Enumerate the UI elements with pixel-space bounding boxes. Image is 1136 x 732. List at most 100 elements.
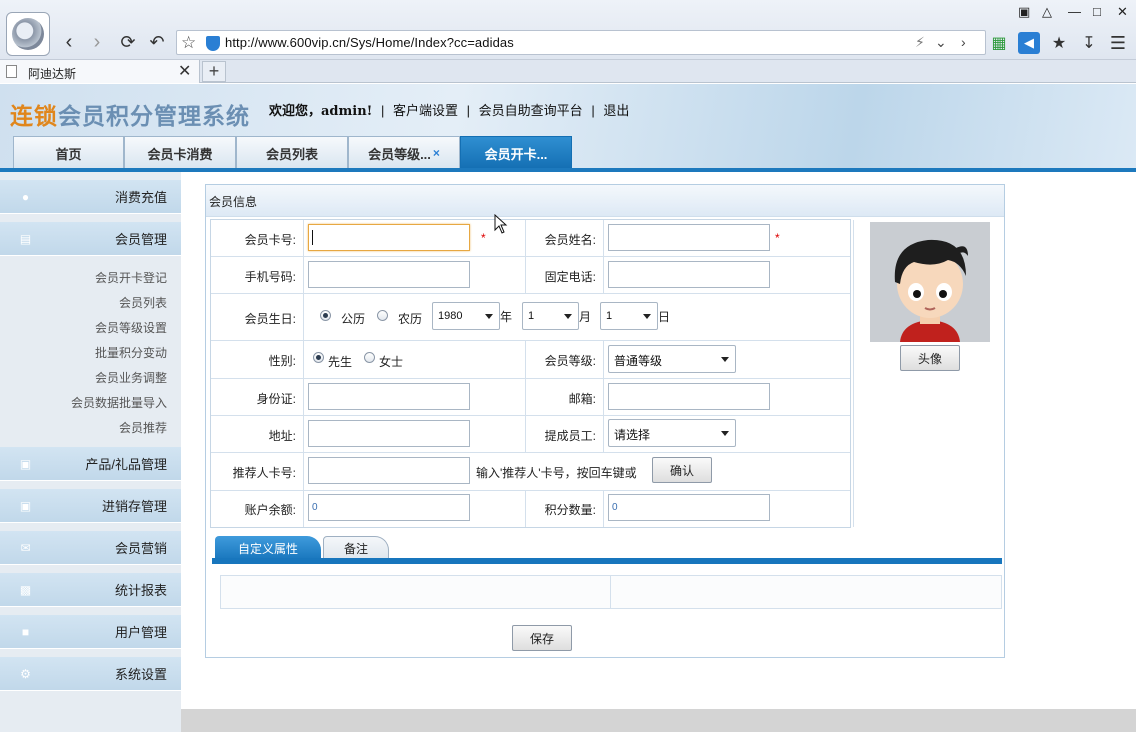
birth-day-select[interactable]: 1 bbox=[600, 302, 658, 330]
tab-member-list[interactable]: 会员列表 bbox=[236, 136, 348, 169]
name-input[interactable] bbox=[608, 224, 770, 251]
separator: | bbox=[591, 103, 595, 118]
tab-open-card[interactable]: 会员开卡... bbox=[460, 136, 572, 169]
sidebar-sub-level-settings[interactable]: 会员等级设置 bbox=[95, 319, 167, 336]
points-input[interactable]: 0 bbox=[608, 494, 770, 521]
tab-notes[interactable]: 备注 bbox=[323, 536, 389, 560]
page-icon bbox=[6, 65, 17, 78]
tab-member-level[interactable]: 会员等级... × bbox=[348, 136, 460, 169]
mail-icon: ✉ bbox=[20, 541, 31, 555]
year-unit: 年 bbox=[500, 310, 513, 324]
logout-link[interactable]: 退出 bbox=[603, 103, 629, 118]
menu-icon[interactable]: ☰ bbox=[1107, 32, 1129, 54]
crop-icon[interactable]: ▦ bbox=[988, 32, 1010, 54]
gender-male-radio[interactable] bbox=[313, 352, 324, 363]
row-divider bbox=[211, 293, 850, 294]
mobile-label: 手机号码: bbox=[244, 270, 296, 284]
sidebar-item-inventory[interactable]: ▣ 进销存管理 bbox=[0, 489, 181, 523]
download-icon[interactable]: ↧ bbox=[1078, 32, 1100, 54]
staff-label: 提成员工: bbox=[544, 429, 596, 443]
new-tab-button[interactable]: + bbox=[202, 61, 226, 82]
user-icon: ● bbox=[21, 190, 30, 204]
chevron-down-icon bbox=[721, 431, 729, 436]
lock-icon[interactable]: ▣ bbox=[1018, 4, 1030, 20]
col-divider bbox=[603, 220, 604, 293]
sidebar-sub-batch-import[interactable]: 会员数据批量导入 bbox=[71, 394, 167, 411]
save-button[interactable]: 保存 bbox=[512, 625, 572, 651]
solar-calendar-label: 公历 bbox=[341, 312, 366, 326]
undo-icon[interactable]: ↶ bbox=[144, 29, 170, 55]
referrer-input[interactable] bbox=[308, 457, 470, 484]
favorites-icon[interactable]: ★ bbox=[1048, 32, 1070, 54]
mobile-input[interactable] bbox=[308, 261, 470, 288]
back-icon[interactable]: ‹ bbox=[56, 29, 82, 55]
col-divider bbox=[525, 220, 526, 293]
sidebar-sub-open-card[interactable]: 会员开卡登记 bbox=[95, 269, 167, 286]
birth-year-select[interactable]: 1980 bbox=[432, 302, 500, 330]
birth-month-select[interactable]: 1 bbox=[522, 302, 579, 330]
row-divider bbox=[211, 490, 850, 491]
chevron-right-icon[interactable]: › bbox=[961, 34, 966, 50]
id-card-icon: ▤ bbox=[19, 232, 32, 246]
sidebar: ● 消费充值 ▤ 会员管理 会员开卡登记 会员列表 会员等级设置 批量积分变动 会员… bbox=[0, 172, 181, 732]
required-mark: * bbox=[481, 231, 486, 245]
balance-input[interactable]: 0 bbox=[308, 494, 470, 521]
solar-calendar-radio[interactable] bbox=[320, 310, 331, 321]
gender-female-radio[interactable] bbox=[364, 352, 375, 363]
bookmark-star-icon[interactable]: ☆ bbox=[181, 33, 196, 53]
tab-home[interactable]: 首页 bbox=[13, 136, 124, 169]
id-card-input[interactable] bbox=[308, 383, 470, 410]
url-text: http://www.600vip.cn/Sys/Home/Index?cc=a… bbox=[225, 35, 514, 50]
tab-card-consume[interactable]: 会员卡消费 bbox=[124, 136, 236, 169]
self-service-link[interactable]: 会员自助查询平台 bbox=[479, 103, 583, 118]
minimize-icon[interactable]: — bbox=[1068, 4, 1081, 19]
col-divider bbox=[525, 490, 526, 527]
sidebar-item-settings[interactable]: ⚙ 系统设置 bbox=[0, 657, 181, 691]
sidebar-item-reports[interactable]: ▩ 统计报表 bbox=[0, 573, 181, 607]
refresh-icon[interactable]: ⟳ bbox=[115, 29, 141, 55]
read-mode-icon[interactable]: ◀ bbox=[1018, 32, 1040, 54]
email-label: 邮箱: bbox=[568, 392, 596, 406]
day-unit: 日 bbox=[658, 310, 671, 324]
sidebar-item-recharge[interactable]: ● 消费充值 bbox=[0, 180, 181, 214]
panel-title: 会员信息 bbox=[209, 195, 258, 209]
card-no-input[interactable] bbox=[308, 224, 470, 251]
chevron-down-icon[interactable]: ⌄ bbox=[935, 34, 947, 51]
lightning-icon[interactable]: ⚡ bbox=[915, 34, 925, 51]
staff-select[interactable]: 请选择 bbox=[608, 419, 736, 447]
welcome-text: 欢迎您，admin! bbox=[269, 104, 373, 119]
close-window-icon[interactable]: ✕ bbox=[1117, 4, 1128, 20]
browser-tab[interactable]: 阿迪达斯 ✕ bbox=[0, 60, 200, 83]
skin-icon[interactable]: △ bbox=[1042, 4, 1052, 20]
sidebar-sub-batch-points[interactable]: 批量积分变动 bbox=[95, 344, 167, 361]
avatar-button[interactable]: 头像 bbox=[900, 345, 960, 371]
sidebar-sub-business-adjust[interactable]: 会员业务调整 bbox=[95, 369, 167, 386]
member-level-select[interactable]: 普通等级 bbox=[608, 345, 736, 373]
browser-logo-icon[interactable] bbox=[6, 12, 50, 56]
tab-close-icon[interactable]: × bbox=[433, 146, 440, 160]
col-divider bbox=[853, 220, 854, 527]
confirm-button[interactable]: 确认 bbox=[652, 457, 712, 483]
email-input[interactable] bbox=[608, 383, 770, 410]
address-bar[interactable]: ☆ http://www.600vip.cn/Sys/Home/Index?cc… bbox=[176, 30, 986, 55]
sidebar-sub-member-list[interactable]: 会员列表 bbox=[119, 294, 167, 311]
sidebar-item-users[interactable]: ■ 用户管理 bbox=[0, 615, 181, 649]
maximize-icon[interactable]: □ bbox=[1093, 4, 1101, 19]
footer-strip bbox=[181, 709, 1136, 732]
forward-icon[interactable]: › bbox=[84, 29, 110, 55]
sidebar-sub-recommend[interactable]: 会员推荐 bbox=[119, 419, 167, 436]
tab-custom-attributes[interactable]: 自定义属性 bbox=[215, 536, 321, 560]
row-divider bbox=[211, 256, 850, 257]
gift-icon: ▣ bbox=[19, 499, 32, 513]
sidebar-item-member-management[interactable]: ▤ 会员管理 bbox=[0, 222, 181, 256]
lunar-calendar-radio[interactable] bbox=[377, 310, 388, 321]
chevron-down-icon bbox=[721, 357, 729, 362]
panel-header bbox=[206, 185, 1004, 217]
sidebar-item-marketing[interactable]: ✉ 会员营销 bbox=[0, 531, 181, 565]
client-settings-link[interactable]: 客户端设置 bbox=[393, 103, 458, 118]
tab-close-icon[interactable]: ✕ bbox=[178, 61, 191, 81]
sidebar-item-products[interactable]: ▣ 产品/礼品管理 bbox=[0, 447, 181, 481]
gender-female-label: 女士 bbox=[379, 355, 404, 369]
phone-input[interactable] bbox=[608, 261, 770, 288]
address-input[interactable] bbox=[308, 420, 470, 447]
